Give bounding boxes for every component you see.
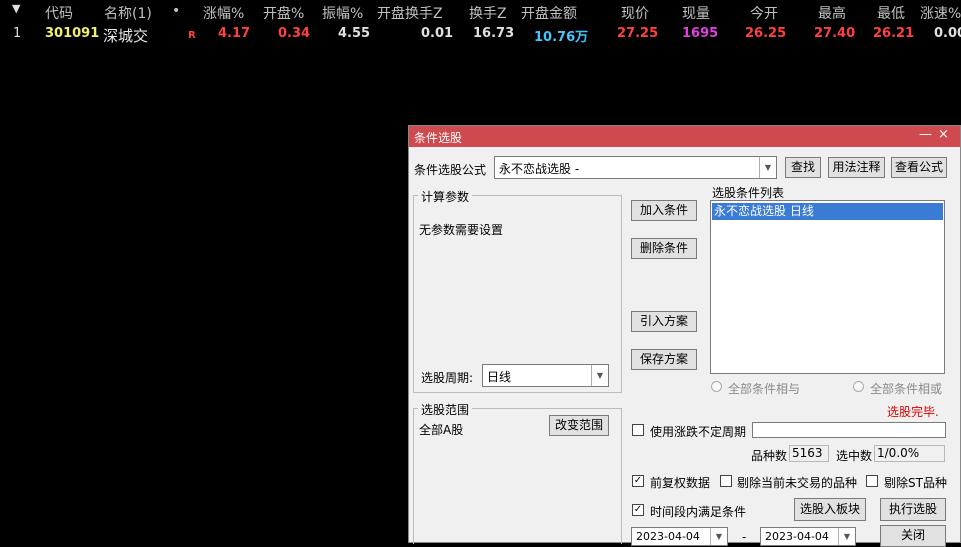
period-value: 日线	[487, 370, 512, 384]
col-header-price[interactable]: 现价	[621, 3, 649, 23]
col-header-open-turnover[interactable]: 开盘换手Z	[377, 3, 443, 23]
view-formula-button[interactable]: 查看公式	[891, 157, 947, 178]
pre-adjust-label: 前复权数据	[650, 476, 711, 490]
chevron-down-icon[interactable]: ▼	[591, 365, 608, 386]
volume: 1695	[682, 26, 719, 41]
col-header-turnover[interactable]: 换手Z	[469, 3, 507, 23]
minimize-icon[interactable]: —	[919, 127, 932, 142]
execute-select-button[interactable]: 执行选股	[880, 498, 946, 521]
open-pct: 0.34	[278, 26, 311, 41]
radio-all-or[interactable]	[853, 381, 864, 392]
range-value: 全部A股	[419, 423, 464, 437]
uncertain-period-input[interactable]	[752, 422, 946, 438]
stock-name: 深城交	[103, 27, 149, 45]
date-from-value: 2023-04-04	[636, 530, 700, 543]
speed-pct: 0.00	[934, 26, 961, 41]
formula-value: 永不恋战选股 -	[499, 162, 580, 176]
dialog-titlebar[interactable]: 条件选股 — ×	[409, 126, 960, 147]
date-from-picker[interactable]: 2023-04-04 ▼	[631, 527, 728, 546]
add-condition-button[interactable]: 加入条件	[631, 200, 697, 221]
chevron-down-icon[interactable]: ▼	[759, 157, 776, 178]
col-header-speed[interactable]: 涨速%	[920, 3, 961, 23]
timerange-checkbox[interactable]: ✓	[632, 504, 644, 516]
condition-list-label: 选股条件列表	[712, 186, 785, 200]
selected-label: 选中数	[836, 449, 873, 463]
uncertain-period-checkbox[interactable]	[632, 424, 644, 436]
exclude-untraded-label: 剔除当前未交易的品种	[737, 476, 858, 490]
col-header-change-pct[interactable]: 涨幅%	[203, 3, 244, 23]
add-to-block-button[interactable]: 选股入板块	[794, 498, 866, 521]
dialog-title: 条件选股	[414, 131, 463, 145]
high-price: 27.40	[814, 26, 856, 41]
period-label: 选股周期:	[421, 371, 474, 385]
column-menu-icon[interactable]: ▼	[12, 2, 20, 15]
col-header-volume[interactable]: 现量	[682, 3, 710, 23]
col-header-open-amount[interactable]: 开盘金额	[521, 3, 577, 23]
col-header-low[interactable]: 最低	[877, 3, 905, 23]
uncertain-period-label: 使用涨跌不定周期	[650, 425, 747, 439]
status-text: 选股完毕.	[887, 405, 939, 419]
exclude-st-checkbox[interactable]	[866, 475, 878, 487]
count-value: 5163	[789, 445, 829, 462]
change-pct: 4.17	[218, 26, 251, 41]
change-range-button[interactable]: 改变范围	[549, 415, 609, 436]
col-header-high[interactable]: 最高	[818, 3, 846, 23]
radio-all-or-label: 全部条件相或	[870, 382, 943, 396]
date-separator: -	[742, 530, 747, 544]
open-turnover: 0.01	[421, 26, 454, 41]
save-scheme-button[interactable]: 保存方案	[631, 349, 697, 370]
pre-adjust-checkbox[interactable]: ✓	[632, 475, 644, 487]
count-label: 品种数	[751, 449, 788, 463]
period-select[interactable]: 日线 ▼	[482, 364, 609, 387]
quote-table-header: ▼ 代码 名称(1) • 涨幅% 开盘% 振幅% 开盘换手Z 换手Z 开盘金额 …	[0, 0, 961, 24]
open-price: 26.25	[745, 26, 787, 41]
date-to-value: 2023-04-04	[765, 530, 829, 543]
col-header-code[interactable]: 代码	[45, 3, 73, 23]
condition-select-dialog: 条件选股 — × 条件选股公式 永不恋战选股 - ▼ 查找 用法注释 查看公式 …	[408, 125, 961, 547]
condition-list[interactable]: 永不恋战选股 日线	[710, 200, 945, 374]
open-amount: 10.76万	[534, 30, 589, 45]
delete-condition-button[interactable]: 删除条件	[631, 238, 697, 259]
formula-select[interactable]: 永不恋战选股 - ▼	[494, 156, 777, 179]
price: 27.25	[617, 26, 659, 41]
selected-value: 1/0.0%	[874, 445, 945, 462]
col-header-dot[interactable]: •	[172, 3, 180, 19]
params-text: 无参数需要设置	[419, 223, 504, 237]
low-price: 26.21	[873, 26, 915, 41]
find-button[interactable]: 查找	[785, 157, 821, 178]
col-header-open-pct[interactable]: 开盘%	[263, 3, 304, 23]
turnover: 16.73	[473, 26, 515, 41]
col-header-open[interactable]: 今开	[750, 3, 778, 23]
radio-all-and[interactable]	[711, 381, 722, 392]
amplitude-pct: 4.55	[338, 26, 371, 41]
radio-all-and-label: 全部条件相与	[728, 382, 801, 396]
r-flag-badge: R	[188, 30, 196, 41]
timerange-label: 时间段内满足条件	[650, 505, 747, 519]
stock-code: 301091	[45, 26, 100, 41]
chevron-down-icon[interactable]: ▼	[710, 528, 727, 545]
row-index: 1	[13, 26, 22, 41]
params-group-label: 计算参数	[418, 188, 473, 205]
chevron-down-icon[interactable]: ▼	[838, 528, 855, 545]
usage-notes-button[interactable]: 用法注释	[828, 157, 885, 178]
formula-label: 条件选股公式	[414, 163, 487, 177]
close-button[interactable]: 关闭	[880, 525, 946, 547]
import-scheme-button[interactable]: 引入方案	[631, 311, 697, 332]
col-header-amplitude[interactable]: 振幅%	[322, 3, 363, 23]
col-header-name[interactable]: 名称(1)	[104, 3, 152, 23]
exclude-st-label: 剔除ST品种	[884, 476, 947, 490]
close-icon[interactable]: ×	[938, 127, 949, 142]
exclude-untraded-checkbox[interactable]	[720, 475, 732, 487]
list-item[interactable]: 永不恋战选股 日线	[712, 203, 943, 220]
date-to-picker[interactable]: 2023-04-04 ▼	[760, 527, 856, 546]
range-group-label: 选股范围	[418, 401, 473, 418]
table-row[interactable]: 1 301091 深城交 R 4.17 0.34 4.55 0.01 16.73…	[0, 24, 961, 45]
